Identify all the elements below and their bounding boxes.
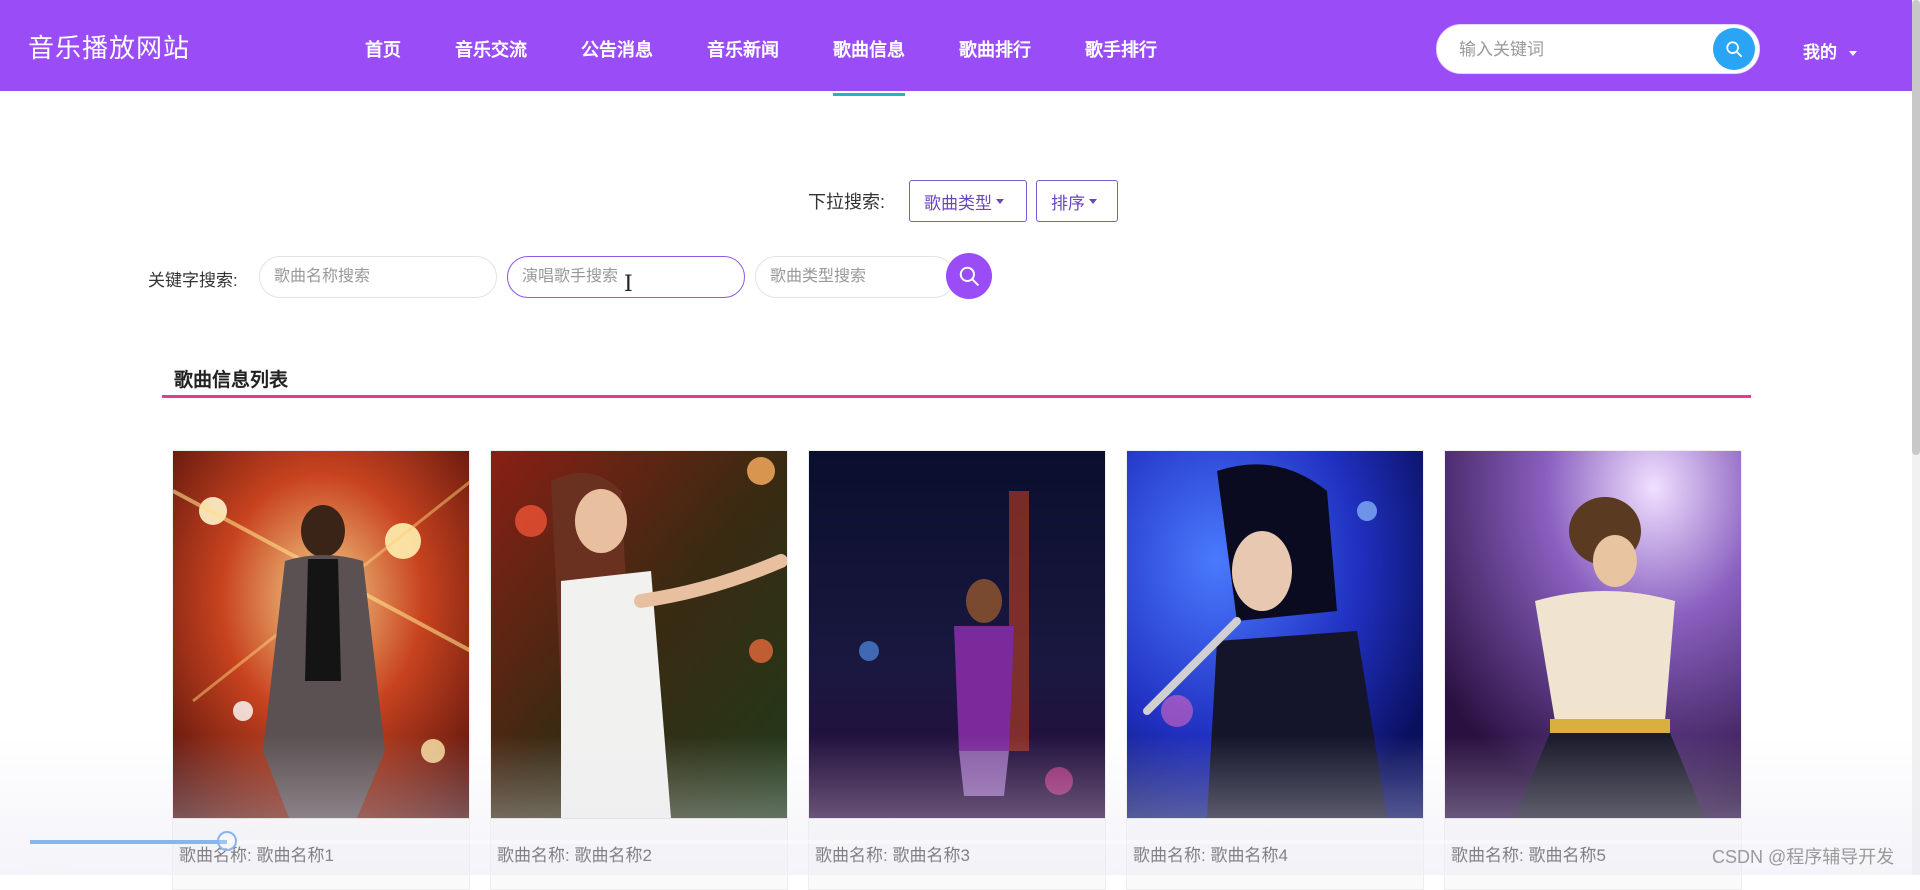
song-card-caption[interactable]: 歌曲名称: 歌曲名称2	[497, 841, 652, 866]
user-menu-dropdown[interactable]: 我的	[1803, 38, 1857, 63]
dropdown-search-label: 下拉搜索:	[808, 192, 886, 212]
song-card[interactable]: 歌曲名称: 歌曲名称5	[1444, 450, 1742, 890]
nav-song-info[interactable]: 歌曲信息	[806, 0, 932, 96]
song-type-dropdown-label: 歌曲类型	[924, 193, 992, 213]
csdn-watermark: CSDN @程序辅导开发	[1712, 847, 1895, 867]
search-icon	[959, 266, 979, 286]
sort-dropdown-label: 排序	[1051, 193, 1085, 213]
song-card-caption[interactable]: 歌曲名称: 歌曲名称1	[179, 841, 334, 866]
card-divider	[1127, 818, 1423, 819]
song-card-caption[interactable]: 歌曲名称: 歌曲名称5	[1451, 841, 1606, 866]
keyword-search-button[interactable]	[946, 253, 992, 299]
song-cover-image	[1127, 451, 1423, 818]
card-divider	[491, 818, 787, 819]
card-divider	[809, 818, 1105, 819]
song-cover-image	[809, 451, 1105, 818]
sort-dropdown[interactable]: 排序	[1036, 180, 1118, 222]
nav-singer-ranking[interactable]: 歌手排行	[1058, 0, 1184, 91]
caret-down-icon	[996, 198, 1004, 204]
song-cover-image	[491, 451, 787, 818]
header-search-button[interactable]	[1713, 28, 1755, 70]
nav-music-exchange[interactable]: 音乐交流	[428, 0, 554, 91]
section-title: 歌曲信息列表	[174, 370, 289, 391]
nav-music-news[interactable]: 音乐新闻	[680, 0, 806, 91]
card-divider	[173, 818, 469, 819]
section-divider	[162, 395, 1751, 398]
main-nav: 首页 音乐交流 公告消息 音乐新闻 歌曲信息 歌曲排行 歌手排行	[338, 0, 1184, 96]
video-progress-bar[interactable]	[30, 831, 1890, 851]
song-card-caption[interactable]: 歌曲名称: 歌曲名称3	[815, 841, 970, 866]
card-divider	[1445, 818, 1741, 819]
keyword-search-label: 关键字搜索:	[148, 271, 238, 290]
song-cover-image	[173, 451, 469, 818]
top-navbar: 音乐播放网站 首页 音乐交流 公告消息 音乐新闻 歌曲信息 歌曲排行 歌手排行 …	[0, 0, 1920, 96]
video-current-time: 0:02:11	[30, 860, 70, 874]
video-progress-fill	[30, 840, 228, 844]
song-card[interactable]: 歌曲名称: 歌曲名称4	[1126, 450, 1424, 890]
caret-down-icon	[1849, 51, 1857, 57]
song-card[interactable]: 歌曲名称: 歌曲名称1	[172, 450, 470, 890]
header-search-input[interactable]	[1457, 35, 1701, 65]
nav-song-ranking[interactable]: 歌曲排行	[932, 0, 1058, 91]
caret-down-icon	[1089, 198, 1097, 204]
song-card[interactable]: 歌曲名称: 歌曲名称3	[808, 450, 1106, 890]
site-logo-title[interactable]: 音乐播放网站	[28, 28, 190, 65]
page-scrollbar[interactable]	[1912, 0, 1920, 875]
song-name-search-input[interactable]	[259, 256, 497, 298]
nav-home[interactable]: 首页	[338, 0, 428, 91]
text-cursor-icon: I	[624, 272, 633, 297]
song-type-dropdown[interactable]: 歌曲类型	[909, 180, 1027, 222]
user-menu-label: 我的	[1803, 43, 1837, 62]
song-cover-image	[1445, 451, 1741, 818]
header-search-box	[1436, 24, 1760, 74]
nav-announcements[interactable]: 公告消息	[554, 0, 680, 91]
song-type-search-input[interactable]	[755, 256, 955, 298]
search-icon	[1726, 41, 1743, 58]
scrollbar-thumb[interactable]	[1912, 0, 1920, 455]
song-card-caption[interactable]: 歌曲名称: 歌曲名称4	[1133, 841, 1288, 866]
song-card[interactable]: 歌曲名称: 歌曲名称2	[490, 450, 788, 890]
